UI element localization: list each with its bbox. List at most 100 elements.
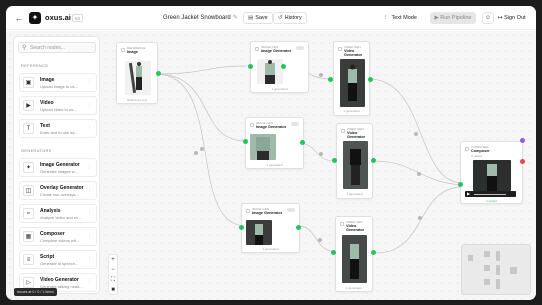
sidebar-item-text[interactable]: T Text Enter text to use as... ⋮ — [19, 119, 97, 138]
video-generator-node[interactable]: VIDEO GEN Video Generator 1 generated — [333, 41, 370, 116]
video-generator-node[interactable]: VIDEO GEN Video Generator 1 generated — [336, 123, 373, 199]
run-pipeline-button[interactable]: ▶ Run Pipeline — [430, 12, 476, 24]
node-title: Image Generator — [252, 211, 283, 215]
sidebar-item-video[interactable]: ▶ Video Upload video to us... ⋮ — [19, 96, 97, 115]
input-handle[interactable] — [331, 250, 336, 255]
text-icon: T — [23, 123, 34, 134]
text-mode-button[interactable]: ⋮ Text Mode — [383, 12, 417, 24]
drag-handle-icon[interactable]: ⋮ — [87, 256, 92, 262]
image-generator-node[interactable]: IMAGE GEN Image Generator 1 generated — [245, 117, 304, 169]
sidebar-item-image[interactable]: ▣ Image Upload image to us... ⋮ — [19, 73, 97, 92]
minimap-node — [496, 279, 500, 289]
edge-handle[interactable] — [414, 132, 418, 136]
output-handle[interactable] — [296, 225, 301, 230]
image-node[interactable]: REFERENCE Image Reference img — [116, 42, 158, 104]
node-caption: 1 generated — [271, 87, 288, 91]
output-handle[interactable] — [371, 250, 376, 255]
edge-handle[interactable] — [319, 73, 323, 77]
input-handle[interactable] — [332, 158, 337, 163]
item-desc: Create two overlays... — [40, 192, 79, 197]
drag-handle-icon[interactable]: ⋮ — [87, 79, 92, 85]
pipeline-canvas[interactable]: REFERENCE Image Reference img IMAGE GEN … — [6, 31, 536, 300]
user-icon[interactable]: ☺ — [482, 12, 494, 24]
video-icon: ▶ — [23, 100, 34, 111]
video-player[interactable]: ▶ — [465, 191, 516, 197]
run-pipeline-label: Run Pipeline — [440, 15, 472, 21]
output-handle[interactable] — [371, 158, 376, 163]
item-desc: Compose videos wit... — [40, 238, 80, 243]
node-title: Video Generator — [344, 49, 363, 57]
item-desc: Enter text to use as... — [40, 130, 78, 135]
toggle-switch[interactable] — [287, 208, 295, 212]
project-title[interactable]: Green Jacket Snowboard ✎ — [163, 12, 238, 24]
input-handle[interactable] — [458, 182, 463, 187]
sidebar-item-script[interactable]: ≡ Script Generate ai speech... ⋮ — [19, 250, 97, 269]
node-title: Video Generator — [346, 224, 365, 232]
search-input[interactable]: ⚲ Search nodes... — [18, 42, 96, 53]
zoom-in-icon[interactable]: + — [109, 255, 117, 265]
sidebar-item-overlay-generator[interactable]: ◫ Overlay Generator Create two overlays.… — [19, 181, 97, 200]
edge-handle[interactable] — [318, 238, 322, 242]
toggle-switch[interactable] — [296, 46, 304, 50]
drag-handle-icon[interactable]: ⋮ — [87, 187, 92, 193]
sidebar-item-analysis[interactable]: ≈ Analysis Analyze video and ex... ⋮ — [19, 204, 97, 223]
pencil-icon[interactable]: ✎ — [233, 15, 238, 21]
input-handle[interactable] — [328, 77, 333, 82]
text-mode-label: Text Mode — [391, 15, 417, 21]
edge-handle[interactable] — [417, 172, 421, 176]
drag-handle-icon[interactable]: ⋮ — [87, 125, 92, 131]
project-name[interactable]: Green Jacket Snowboard — [163, 15, 231, 21]
drag-handle-icon[interactable]: ⋮ — [87, 279, 92, 285]
node-caption: 1 generated — [262, 247, 279, 251]
sidebar-item-composer[interactable]: ▦ Composer Compose videos wit... ⋮ — [19, 227, 97, 246]
history-icon: ↺ — [278, 15, 283, 21]
output-handle[interactable] — [156, 71, 161, 76]
composer-node[interactable]: COMPOSER Composer 3 videos ▶ 1 output — [460, 141, 523, 204]
video-figure — [350, 244, 359, 279]
wire — [375, 186, 462, 254]
drag-handle-icon[interactable]: ⋮ — [87, 164, 92, 170]
image-icon: ▣ — [23, 77, 34, 88]
generated-video — [342, 235, 367, 283]
arrow-left-icon[interactable]: ← — [13, 12, 25, 24]
drag-handle-icon[interactable]: ⋮ — [87, 102, 92, 108]
zoom-out-icon[interactable]: − — [109, 265, 117, 275]
save-button[interactable]: ▤ Save — [243, 12, 273, 24]
image-generator-node[interactable]: IMAGE GEN Image Generator 1 generated — [241, 203, 300, 253]
edge-handle[interactable] — [200, 147, 204, 151]
save-label: Save — [255, 15, 268, 21]
composer-preview — [473, 160, 511, 191]
sign-out-button[interactable]: ↦ Sign Out — [498, 12, 526, 24]
minimap-node — [496, 251, 500, 261]
edge-handle[interactable] — [418, 216, 422, 220]
video-generator-node[interactable]: VIDEO GEN Video Generator 1 generated — [335, 216, 373, 292]
image-generator-icon: ✦ — [23, 162, 34, 173]
error-badge — [520, 159, 525, 164]
generated-image — [257, 59, 283, 84]
history-button[interactable]: ↺ History — [273, 12, 307, 24]
lock-icon[interactable]: ■ — [109, 285, 117, 295]
node-caption: 1 output — [486, 199, 497, 203]
fit-view-icon[interactable]: ⛶ — [109, 275, 117, 285]
edge-handle[interactable] — [319, 152, 323, 156]
sidebar-item-image-generator[interactable]: ✦ Image Generator Generate images w... ⋮ — [19, 158, 97, 177]
minimap[interactable] — [461, 244, 531, 295]
section-heading: REFERENCE — [21, 63, 49, 68]
drag-handle-icon[interactable]: ⋮ — [87, 210, 92, 216]
generated-figure — [256, 137, 270, 160]
output-handle[interactable] — [300, 140, 305, 145]
edge-handle[interactable] — [194, 151, 198, 155]
play-icon[interactable]: ▶ — [467, 191, 470, 197]
input-handle[interactable] — [239, 225, 244, 230]
progress-bar[interactable] — [474, 193, 506, 195]
output-handle[interactable] — [281, 64, 286, 69]
image-generator-node[interactable]: IMAGE GEN Image Generator 1 generated — [250, 41, 309, 93]
drag-handle-icon[interactable]: ⋮ — [87, 233, 92, 239]
item-desc: Generate ai speech... — [40, 261, 79, 266]
composer-figure — [487, 164, 497, 191]
item-desc: Upload image to us... — [40, 84, 78, 89]
output-handle[interactable] — [368, 77, 373, 82]
input-handle[interactable] — [243, 139, 248, 144]
input-handle[interactable] — [248, 64, 253, 69]
toggle-switch[interactable] — [291, 122, 299, 126]
